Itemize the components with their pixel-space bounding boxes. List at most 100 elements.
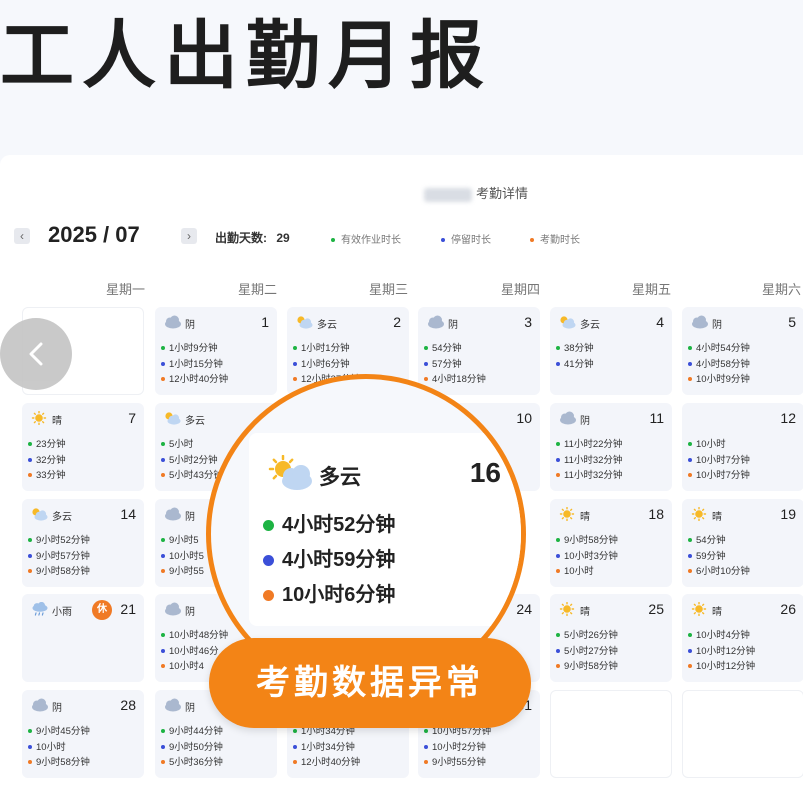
back-button[interactable] (0, 318, 72, 390)
legend-attendance: 考勤时长 (530, 231, 580, 246)
calendar-day-cell[interactable]: 12 10小时 10小时7分钟 10小时7分钟 (682, 403, 803, 491)
next-month-button[interactable]: › (181, 228, 197, 244)
green-dot-icon (161, 633, 165, 638)
calendar-day-cell[interactable]: 阴 11 11小时22分钟 11小时32分钟 11小时32分钟 (550, 403, 672, 491)
stat-line: 1小时15分钟 (161, 357, 228, 373)
blue-dot-icon (556, 361, 560, 366)
weekday-fri: 星期五 (631, 282, 671, 297)
stat-line: 4小时58分钟 (688, 357, 750, 373)
stat-line: 41分钟 (556, 357, 594, 373)
legend-dot-green (331, 238, 335, 243)
calendar-day-cell[interactable]: 多云 14 9小时52分钟 9小时57分钟 9小时58分钟 (22, 499, 144, 587)
stat-value: 9小时52分钟 (36, 535, 90, 546)
blue-dot-icon (161, 457, 165, 462)
stat-value: 5小时 (169, 439, 194, 450)
attendance-days: 出勤天数: 29 (215, 229, 290, 246)
partly-cloudy-icon (30, 507, 48, 521)
calendar-day-cell[interactable]: 阴 5 4小时54分钟 4小时58分钟 10小时9分钟 (682, 307, 803, 395)
day-number: 26 (780, 601, 796, 617)
calendar-day-cell[interactable]: 晴 26 10小时4分钟 10小时12分钟 10小时12分钟 (682, 594, 803, 682)
stat-line: 54分钟 (424, 341, 486, 357)
rest-day-badge: 休 (92, 600, 112, 620)
anomaly-banner: 考勤数据异常 (209, 638, 531, 728)
sunny-icon (558, 506, 576, 522)
calendar-day-cell[interactable]: 多云 4 38分钟 41分钟 (550, 307, 672, 395)
prev-month-button[interactable]: ‹ (14, 228, 30, 244)
calendar-day-cell[interactable]: 小雨 休 21 (22, 594, 144, 682)
blue-dot-icon (293, 361, 297, 366)
weekday-tue: 星期二 (237, 282, 277, 297)
green-dot-icon (688, 633, 692, 638)
stat-line: 10小时 (688, 437, 750, 453)
calendar-day-cell[interactable]: 阴 1 1小时9分钟 1小时15分钟 12小时40分钟 (155, 307, 277, 395)
day-stats: 10小时57分钟 10小时2分钟 9小时55分钟 (424, 724, 491, 771)
stat-value: 11小时32分钟 (564, 470, 623, 481)
legend-label: 有效作业时长 (341, 235, 401, 246)
stat-line: 5小时27分钟 (556, 644, 618, 660)
day-number: 11 (649, 410, 664, 426)
day-stats: 11小时22分钟 11小时32分钟 11小时32分钟 (556, 437, 622, 484)
cloudy-icon (426, 315, 444, 329)
calendar-day-cell[interactable]: 晴 25 5小时26分钟 5小时27分钟 9小时58分钟 (550, 594, 672, 682)
weather-label: 晴 (580, 512, 590, 523)
stat-line: 9小时45分钟 (28, 724, 90, 740)
stat-value: 10小时12分钟 (696, 661, 756, 672)
stat-value: 4小时18分钟 (432, 374, 486, 385)
calendar-day-cell[interactable]: 晴 19 54分钟 59分钟 6小时10分钟 (682, 499, 803, 587)
stat-value: 10小时 (696, 439, 726, 450)
weather-label: 阴 (185, 512, 195, 523)
orange-dot-icon (161, 377, 165, 382)
attendance-days-label: 出勤天数: (215, 231, 267, 245)
orange-dot-icon (161, 760, 165, 765)
weekday-mon: 星期一 (105, 282, 145, 297)
weather-label: 阴 (712, 320, 722, 331)
stat-value: 9小时58分钟 (564, 535, 618, 546)
legend-dot-orange (530, 238, 534, 243)
stat-line: 1小时1分钟 (293, 341, 360, 357)
orange-dot-icon (556, 473, 560, 478)
blue-dot-icon (161, 553, 165, 558)
stat-line: 10小时 (28, 740, 90, 756)
month-label: 2025 / 07 (48, 222, 140, 247)
stat-line: 10小时12分钟 (688, 659, 755, 675)
sunny-icon (690, 601, 708, 617)
green-dot-icon (28, 442, 32, 447)
blue-dot-icon (556, 457, 560, 462)
zoom-day-card[interactable]: 多云 16 4小时52分钟 4小时59分钟 10小时6分钟 (249, 433, 521, 626)
stat-value: 12小时40分钟 (301, 757, 361, 768)
stat-value: 32分钟 (36, 454, 66, 466)
calendar-day-cell[interactable]: 晴 7 23分钟 32分钟 33分钟 (22, 403, 144, 491)
stat-line: 10小时48分钟 (161, 628, 228, 644)
stat-line: 11小时32分钟 (556, 453, 622, 469)
stat-value: 59分钟 (696, 550, 726, 562)
weather-label: 阴 (52, 703, 62, 714)
weather-label: 阴 (185, 703, 195, 714)
blue-dot-icon (161, 648, 165, 653)
stat-value: 12小时40分钟 (169, 374, 229, 385)
calendar-day-cell[interactable]: 阴 3 54分钟 57分钟 4小时18分钟 (418, 307, 540, 395)
page-title: 工人出勤月报 (0, 14, 492, 97)
stat-value: 10小时2分钟 (432, 741, 486, 753)
zoom-stats: 4小时52分钟 4小时59分钟 10小时6分钟 (263, 508, 395, 613)
stat-line: 10小时12分钟 (688, 644, 755, 660)
day-stats: 38分钟 41分钟 (556, 341, 594, 372)
stat-value: 9小时45分钟 (36, 726, 90, 737)
stat-value: 5小时27分钟 (564, 645, 618, 657)
weather-label: 晴 (712, 512, 722, 523)
stat-line: 9小时52分钟 (28, 533, 90, 549)
zoom-day-number: 16 (469, 457, 501, 488)
stat-value: 11小时32分钟 (564, 454, 623, 466)
stat-value: 9小时55分钟 (432, 757, 486, 768)
weather-label: 多云 (317, 320, 337, 331)
weather-label: 小雨 (52, 607, 72, 618)
calendar-cell-empty (682, 690, 803, 778)
green-dot-icon (293, 346, 297, 351)
stat-line: 1小时34分钟 (293, 740, 360, 756)
calendar-day-cell[interactable]: 晴 18 9小时58分钟 10小时3分钟 10小时 (550, 499, 672, 587)
day-number: 5 (788, 314, 796, 330)
blue-dot-icon (688, 457, 692, 462)
calendar-day-cell[interactable]: 阴 28 9小时45分钟 10小时 9小时58分钟 (22, 690, 144, 778)
day-number: 12 (780, 410, 796, 426)
day-stats: 5小时 5小时2分钟 5小时43分钟 (161, 437, 223, 484)
stat-value: 10小时48分钟 (169, 630, 229, 641)
